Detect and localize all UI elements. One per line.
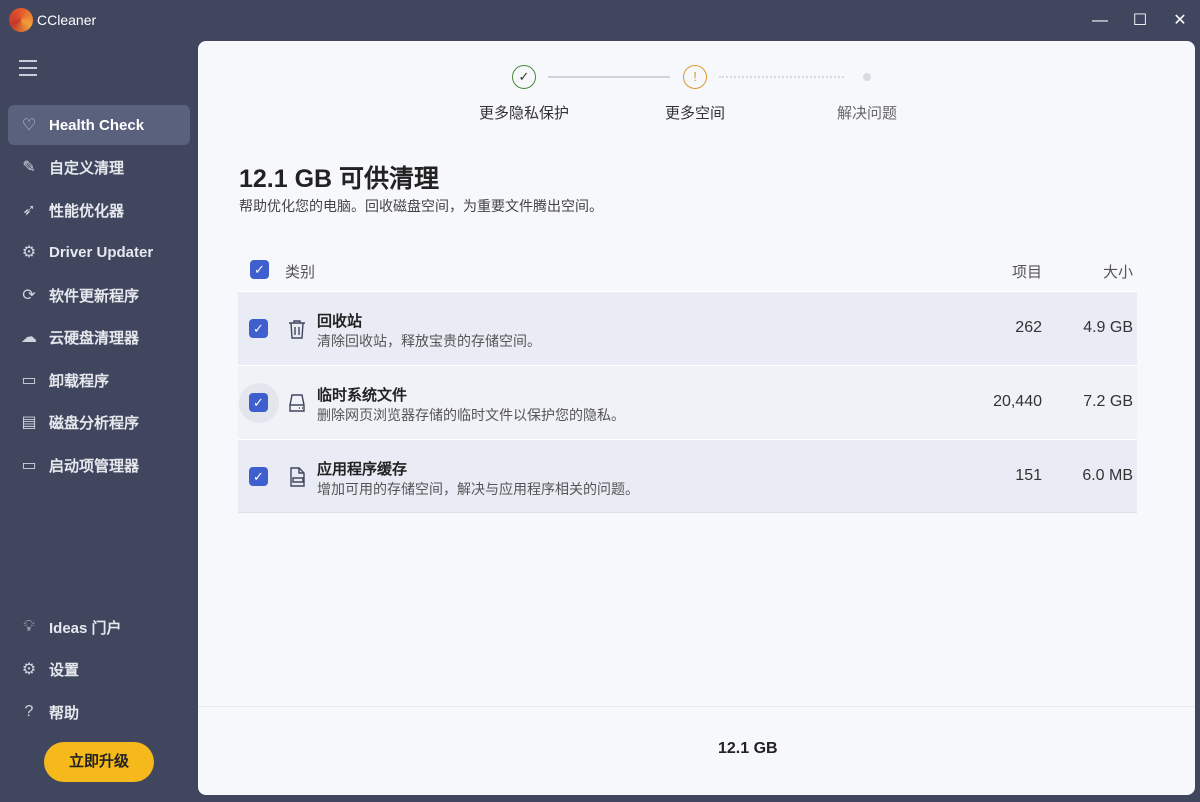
help-icon: ? [24, 703, 34, 720]
sidebar-item-health-check[interactable]: ♡ Health Check [8, 105, 190, 145]
title-bar: CCleaner — ☐ ✕ [0, 0, 1200, 40]
ccleaner-logo [9, 8, 33, 32]
sidebar-item-cloud-cleaner[interactable]: ☁ 云硬盘清理器 [8, 317, 190, 357]
row-checkbox[interactable]: ✓ [249, 467, 268, 486]
app-title: CCleaner [37, 12, 97, 28]
sidebar-item-label: 云硬盘清理器 [49, 329, 140, 347]
disk-analyzer-icon: ▤ [21, 414, 37, 431]
sidebar-item-uninstall[interactable]: ▭ 卸载程序 [8, 360, 190, 400]
row-title: 临时系统文件 [317, 387, 408, 404]
page-subtitle: 帮助优化您的电脑。回收磁盘空间，为重要文件腾出空间。 [239, 198, 603, 214]
cloud-icon: ☁ [21, 329, 37, 346]
row-items: 262 [1015, 319, 1042, 336]
sidebar-item-label: 性能优化器 [49, 202, 125, 220]
lightbulb-icon: 💡︎ [23, 618, 35, 635]
monitor-icon: ▭ [21, 457, 37, 474]
brush-icon: ✎ [22, 159, 36, 176]
sidebar-item-label: 卸载程序 [49, 372, 110, 390]
trash-icon [289, 320, 305, 339]
sidebar-item-label: Driver Updater [49, 243, 154, 261]
table-row[interactable]: ✓ 应用程序缓存 增加可用的存储空间，解决与应用程序相关的问题。 151 6.0… [238, 439, 1137, 513]
sidebar-item-performance[interactable]: ➶ 性能优化器 [8, 190, 190, 230]
sidebar-item-label: 自定义清理 [49, 159, 125, 177]
step-connector [548, 76, 670, 78]
step-connector [719, 76, 844, 78]
hamburger-menu-icon[interactable] [19, 60, 37, 76]
hard-drive-icon [289, 394, 305, 412]
row-items: 151 [1015, 467, 1042, 484]
row-description: 增加可用的存储空间，解决与应用程序相关的问题。 [317, 481, 639, 497]
sidebar-item-label: 软件更新程序 [49, 287, 140, 305]
table-header: ✓ 类别 项目 大小 [238, 256, 1137, 296]
row-size: 4.9 GB [1083, 319, 1133, 336]
sidebar-item-help[interactable]: ? 帮助 [8, 692, 190, 732]
sidebar-item-label: 设置 [49, 661, 80, 679]
step-label: 更多空间 [664, 105, 726, 122]
sidebar-item-label: Ideas 门户 [49, 619, 122, 637]
table-row[interactable]: ✓ 回收站 清除回收站，释放宝贵的存储空间。 262 4.9 GB [238, 291, 1137, 365]
upgrade-button[interactable]: 立即升级 [44, 742, 154, 782]
row-size: 7.2 GB [1083, 393, 1133, 410]
sidebar-item-label: Health Check [49, 116, 145, 134]
gear-icon: ⚙ [21, 661, 37, 678]
row-checkbox[interactable]: ✓ [249, 393, 268, 412]
sidebar-item-disk-analyzer[interactable]: ▤ 磁盘分析程序 [8, 402, 190, 442]
sidebar-item-custom-clean[interactable]: ✎ 自定义清理 [8, 147, 190, 187]
header-category: 类别 [285, 264, 316, 281]
sidebar-item-software-updater[interactable]: ⟳ 软件更新程序 [8, 275, 190, 315]
page-title: 12.1 GB 可供清理 [239, 165, 440, 193]
close-button[interactable]: ✕ [1169, 10, 1191, 32]
sidebar-item-label: 启动项管理器 [49, 457, 140, 475]
sidebar-item-label: 磁盘分析程序 [49, 414, 140, 432]
row-size: 6.0 MB [1082, 467, 1133, 484]
table-row[interactable]: ✓ 临时系统文件 删除网页浏览器存储的临时文件以保护您的隐私。 20,440 7… [238, 365, 1137, 439]
rocket-icon: ➶ [22, 202, 36, 219]
row-checkbox[interactable]: ✓ [249, 319, 268, 338]
minimize-button[interactable]: — [1089, 10, 1111, 32]
sidebar-item-startup[interactable]: ▭ 启动项管理器 [8, 445, 190, 485]
row-title: 应用程序缓存 [317, 461, 408, 478]
row-title: 回收站 [317, 313, 363, 330]
row-items: 20,440 [993, 393, 1042, 410]
row-description: 删除网页浏览器存储的临时文件以保护您的隐私。 [317, 407, 625, 423]
sidebar-item-settings[interactable]: ⚙ 设置 [8, 649, 190, 689]
app-cache-file-icon [290, 467, 305, 487]
maximize-button[interactable]: ☐ [1129, 10, 1151, 32]
update-icon: ⟳ [22, 287, 36, 304]
step-done-check-icon: ✓ [512, 65, 536, 89]
sidebar-item-driver-updater[interactable]: ⚙ Driver Updater [8, 232, 190, 272]
main-panel: ✓ ! 更多隐私保护 更多空间 解决问题 12.1 GB 可供清理 帮助优化您的… [198, 41, 1195, 795]
select-all-checkbox[interactable]: ✓ [250, 260, 269, 279]
sidebar-item-ideas[interactable]: 💡︎ Ideas 门户 [8, 607, 190, 647]
step-pending-dot [863, 73, 871, 81]
heart-icon: ♡ [21, 117, 37, 134]
header-items: 项目 [1011, 264, 1042, 281]
step-label: 更多隐私保护 [478, 105, 570, 122]
sidebar-item-label: 帮助 [49, 704, 80, 722]
step-warning-icon: ! [683, 65, 707, 89]
uninstall-icon: ▭ [21, 372, 37, 389]
gear-chip-icon: ⚙ [21, 244, 37, 261]
footer-bar: 12.1 GB [198, 706, 1195, 795]
total-size: 12.1 GB [718, 740, 778, 757]
row-description: 清除回收站，释放宝贵的存储空间。 [317, 333, 541, 349]
header-size: 大小 [1102, 264, 1133, 281]
step-label: 解决问题 [836, 105, 898, 122]
